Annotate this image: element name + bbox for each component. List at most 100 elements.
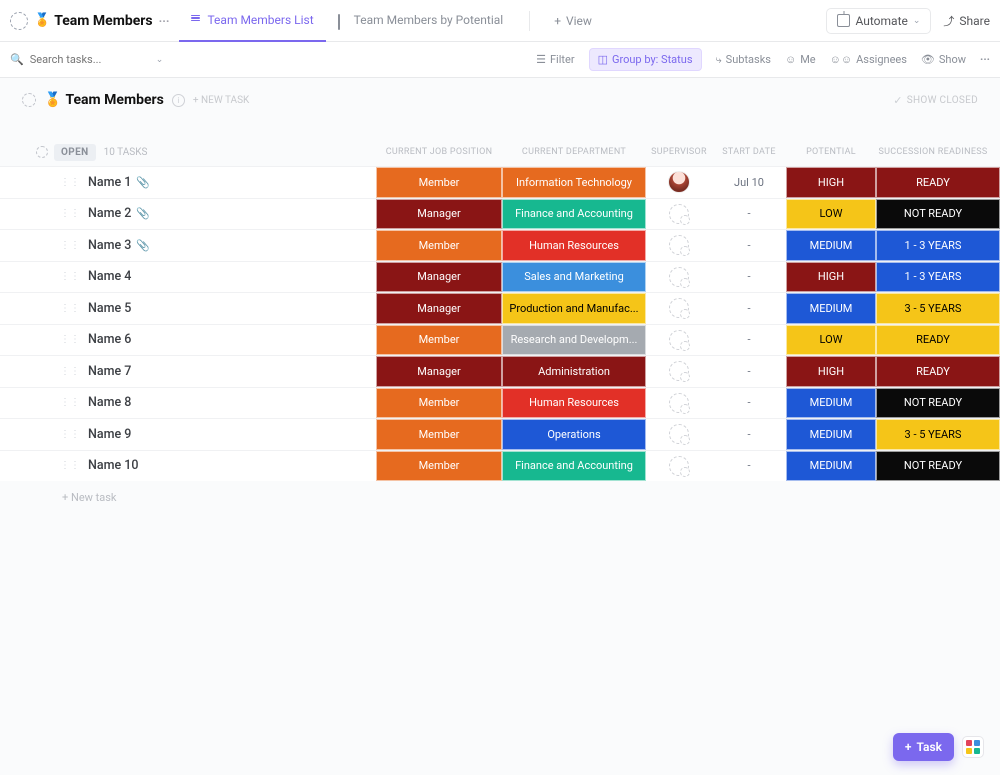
cell-supervisor[interactable] <box>646 230 712 261</box>
cell-position[interactable]: Manager <box>376 356 502 387</box>
status-pill[interactable]: OPEN <box>54 144 96 161</box>
task-name[interactable]: Name 7 <box>88 364 131 379</box>
me-button[interactable]: ☺Me <box>785 53 816 66</box>
task-row[interactable]: ⋮⋮Name 9MemberOperations-MEDIUM3 - 5 YEA… <box>0 418 1000 450</box>
drag-handle-icon[interactable]: ⋮⋮ <box>60 177 80 188</box>
task-name[interactable]: Name 8 <box>88 395 131 410</box>
share-button[interactable]: ⤴ Share <box>943 13 990 29</box>
cell-readiness[interactable]: 1 - 3 YEARS <box>876 230 1000 261</box>
cell-department[interactable]: Finance and Accounting <box>502 451 646 482</box>
task-name[interactable]: Name 3 <box>88 238 131 253</box>
drag-handle-icon[interactable]: ⋮⋮ <box>60 271 80 282</box>
cell-supervisor[interactable] <box>646 388 712 419</box>
cell-potential[interactable]: LOW <box>786 199 876 230</box>
task-name[interactable]: Name 5 <box>88 301 131 316</box>
drag-handle-icon[interactable]: ⋮⋮ <box>60 303 80 314</box>
drag-handle-icon[interactable]: ⋮⋮ <box>60 429 80 440</box>
col-potential[interactable]: POTENTIAL <box>786 147 876 157</box>
cell-readiness[interactable]: READY <box>876 167 1000 198</box>
drag-handle-icon[interactable]: ⋮⋮ <box>60 366 80 377</box>
assignee-placeholder-icon[interactable] <box>669 330 689 350</box>
cell-start-date[interactable]: - <box>712 262 786 293</box>
cell-position[interactable]: Member <box>376 230 502 261</box>
cell-readiness[interactable]: READY <box>876 356 1000 387</box>
cell-position[interactable]: Manager <box>376 293 502 324</box>
cell-position[interactable]: Member <box>376 167 502 198</box>
assignee-placeholder-icon[interactable] <box>669 456 689 476</box>
cell-department[interactable]: Research and Developm... <box>502 325 646 356</box>
cell-department[interactable]: Sales and Marketing <box>502 262 646 293</box>
task-row[interactable]: ⋮⋮Name 3📎MemberHuman Resources-MEDIUM1 -… <box>0 229 1000 261</box>
cell-department[interactable]: Production and Manufac... <box>502 293 646 324</box>
assignee-placeholder-icon[interactable] <box>669 298 689 318</box>
cell-start-date[interactable]: - <box>712 451 786 482</box>
task-row[interactable]: ⋮⋮ Name 5 ManagerProduction and Manufac...… <box>0 292 1000 324</box>
subtasks-button[interactable]: ⤷Subtasks <box>716 53 771 67</box>
assignee-placeholder-icon[interactable] <box>669 361 689 381</box>
cell-position[interactable]: Manager <box>376 262 502 293</box>
attachment-icon[interactable]: 📎 <box>136 239 150 252</box>
cell-position[interactable]: Member <box>376 388 502 419</box>
attachment-icon[interactable]: 📎 <box>136 207 150 220</box>
list-title[interactable]: 🏅 Team Members <box>44 92 164 108</box>
cell-readiness[interactable]: NOT READY <box>876 388 1000 419</box>
search-input[interactable] <box>30 53 150 66</box>
assignee-placeholder-icon[interactable] <box>669 267 689 287</box>
cell-supervisor[interactable] <box>646 293 712 324</box>
cell-potential[interactable]: MEDIUM <box>786 293 876 324</box>
cell-start-date[interactable]: - <box>712 230 786 261</box>
cell-readiness[interactable]: NOT READY <box>876 451 1000 482</box>
cell-readiness[interactable]: 1 - 3 YEARS <box>876 262 1000 293</box>
new-task-link[interactable]: + NEW TASK <box>193 95 249 106</box>
task-name[interactable]: Name 2 <box>88 206 131 221</box>
status-circle-icon[interactable] <box>22 93 36 107</box>
cell-start-date[interactable]: - <box>712 293 786 324</box>
task-row[interactable]: ⋮⋮Name 4ManagerSales and Marketing-HIGH1… <box>0 261 1000 293</box>
task-name[interactable]: Name 9 <box>88 427 131 442</box>
info-icon[interactable]: i <box>172 94 185 107</box>
more-options-button[interactable]: ··· <box>980 53 990 66</box>
cell-readiness[interactable]: READY <box>876 325 1000 356</box>
task-row[interactable]: ⋮⋮Name 6MemberResearch and Developm...-L… <box>0 324 1000 356</box>
assignees-button[interactable]: ☺☺Assignees <box>830 53 907 66</box>
add-view-button[interactable]: + View <box>544 14 602 28</box>
show-closed-button[interactable]: ✓ SHOW CLOSED <box>893 94 978 107</box>
space-selector[interactable]: 🏅 Team Members ··· <box>10 12 169 30</box>
cell-potential[interactable]: HIGH <box>786 356 876 387</box>
col-department[interactable]: CURRENT DEPARTMENT <box>502 147 646 157</box>
attachment-icon[interactable]: 📎 <box>136 176 150 189</box>
avatar[interactable] <box>668 171 690 193</box>
cell-supervisor[interactable] <box>646 325 712 356</box>
cell-potential[interactable]: MEDIUM <box>786 230 876 261</box>
cell-start-date[interactable]: - <box>712 419 786 450</box>
group-by-button[interactable]: ◫Group by: Status <box>589 48 702 71</box>
cell-supervisor[interactable] <box>646 356 712 387</box>
task-row[interactable]: ⋮⋮Name 8MemberHuman Resources-MEDIUMNOT … <box>0 387 1000 419</box>
cell-readiness[interactable]: 3 - 5 YEARS <box>876 293 1000 324</box>
cell-start-date[interactable]: - <box>712 356 786 387</box>
search-wrap[interactable]: 🔍 ⌄ <box>10 53 190 66</box>
cell-start-date[interactable]: - <box>712 325 786 356</box>
tab-board[interactable]: Team Members by Potential <box>326 0 516 42</box>
drag-handle-icon[interactable]: ⋮⋮ <box>60 460 80 471</box>
cell-department[interactable]: Operations <box>502 419 646 450</box>
chevron-down-icon[interactable]: ⌄ <box>156 55 164 65</box>
cell-potential[interactable]: MEDIUM <box>786 451 876 482</box>
task-row[interactable]: ⋮⋮Name 7ManagerAdministration-HIGHREADY <box>0 355 1000 387</box>
cell-department[interactable]: Human Resources <box>502 230 646 261</box>
cell-supervisor[interactable] <box>646 262 712 293</box>
new-task-fab[interactable]: + Task <box>893 733 954 761</box>
drag-handle-icon[interactable]: ⋮⋮ <box>60 208 80 219</box>
cell-potential[interactable]: HIGH <box>786 167 876 198</box>
tab-list[interactable]: Team Members List <box>179 0 325 42</box>
col-readiness[interactable]: SUCCESSION READINESS <box>876 147 1000 157</box>
cell-readiness[interactable]: NOT READY <box>876 199 1000 230</box>
filter-button[interactable]: ☰Filter <box>536 53 574 66</box>
col-position[interactable]: CURRENT JOB POSITION <box>376 147 502 157</box>
assignee-placeholder-icon[interactable] <box>669 235 689 255</box>
cell-supervisor[interactable] <box>646 419 712 450</box>
task-row[interactable]: ⋮⋮Name 10MemberFinance and Accounting-ME… <box>0 450 1000 482</box>
cell-potential[interactable]: MEDIUM <box>786 419 876 450</box>
cell-department[interactable]: Finance and Accounting <box>502 199 646 230</box>
apps-grid-button[interactable] <box>962 736 984 758</box>
